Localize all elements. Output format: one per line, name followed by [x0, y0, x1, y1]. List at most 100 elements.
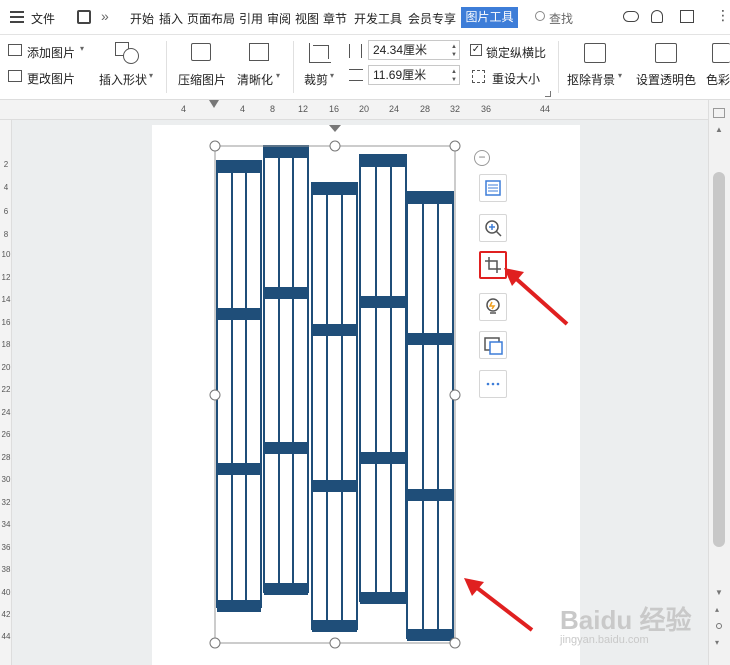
crop-button[interactable]: 裁剪 — [304, 71, 328, 88]
tab-member[interactable]: 会员专享 — [408, 10, 456, 27]
watermark-url: jingyan.baidu.com — [560, 634, 649, 646]
change-picture-button[interactable]: 更改图片 — [27, 70, 75, 87]
clarity-dropdown-icon[interactable]: ▾ — [276, 71, 280, 80]
crop-dropdown-icon[interactable]: ▾ — [330, 71, 334, 80]
ruler-tick: 4 — [240, 104, 246, 114]
inserted-picture[interactable] — [152, 125, 580, 665]
more-chevron-icon[interactable]: » — [101, 8, 109, 24]
scroll-top-icon[interactable] — [713, 108, 725, 118]
width-field[interactable]: 11.69厘米 ▲ ▼ — [368, 65, 460, 85]
tab-page-layout[interactable]: 页面布局 — [187, 10, 235, 27]
search-icon[interactable] — [535, 11, 545, 21]
tab-references[interactable]: 引用 — [239, 10, 263, 27]
tab-view[interactable]: 视图 — [295, 10, 319, 27]
vertical-ruler[interactable]: 2 4 6 8 10 12 14 16 18 20 22 24 26 28 30… — [0, 120, 12, 665]
width-spinner-up[interactable]: ▲ — [451, 69, 457, 75]
scroll-thumb[interactable] — [713, 172, 725, 547]
scroll-down-icon[interactable]: ▼ — [715, 588, 723, 597]
document-canvas: − — [12, 120, 708, 665]
ruler-tick: 40 — [1, 588, 11, 597]
height-field[interactable]: 24.34厘米 ▲ ▼ — [368, 40, 460, 60]
set-transparent-button[interactable]: 设置透明色 — [636, 71, 696, 88]
lock-ratio-checkbox[interactable]: ✓ — [470, 44, 482, 56]
add-picture-dropdown-icon[interactable]: ▾ — [80, 44, 84, 53]
color-icon[interactable] — [712, 43, 730, 63]
tab-review[interactable]: 审阅 — [267, 10, 291, 27]
height-spinner-down[interactable]: ▼ — [451, 52, 457, 58]
height-spinner-up[interactable]: ▲ — [451, 44, 457, 50]
picture-column-4 — [359, 154, 407, 604]
dialog-launcher-icon[interactable] — [545, 91, 551, 97]
ruler-tick: 4 — [181, 104, 187, 114]
tab-chapter[interactable]: 章节 — [323, 10, 347, 27]
more-options-button[interactable] — [479, 370, 507, 398]
remove-background-button[interactable]: 抠除背景 — [567, 71, 615, 88]
ruler-tick: 28 — [1, 453, 11, 462]
insert-shape-dropdown-icon[interactable]: ▾ — [149, 71, 153, 80]
ruler-tick: 20 — [359, 104, 370, 114]
cloud-icon[interactable] — [623, 11, 639, 22]
compress-picture-button[interactable]: 压缩图片 — [178, 71, 226, 88]
reset-size-button[interactable]: 重设大小 — [492, 70, 540, 87]
clarity-button[interactable]: 清晰化 — [237, 71, 273, 88]
crop-icon[interactable] — [309, 43, 331, 63]
ruler-tick: 2 — [3, 160, 9, 169]
tab-developer[interactable]: 开发工具 — [354, 10, 402, 27]
ruler-tick: 24 — [389, 104, 400, 114]
ribbon-toolbar: 添加图片 ▾ 更改图片 插入形状 ▾ 压缩图片 清晰化 ▾ 裁剪 ▾ 24.34… — [0, 35, 730, 100]
menu-bar: 文件 » 开始 插入 页面布局 引用 审阅 视图 章节 开发工具 会员专享 图片… — [0, 0, 730, 35]
lock-ratio-label[interactable]: 锁定纵横比 — [486, 44, 546, 61]
insert-shape-button[interactable]: 插入形状 — [99, 71, 147, 88]
crop-icon — [485, 257, 501, 273]
document-page[interactable] — [152, 125, 580, 665]
prev-page-icon[interactable]: ▴ — [715, 605, 719, 614]
ruler-tick: 44 — [540, 104, 551, 114]
change-picture-icon[interactable] — [8, 70, 22, 82]
clarity-icon[interactable] — [249, 43, 269, 61]
ruler-tick: 44 — [1, 632, 11, 641]
compress-picture-icon[interactable] — [191, 43, 211, 61]
picture-column-2 — [263, 145, 309, 595]
ruler-tick: 20 — [1, 363, 11, 372]
insert-shape-icon[interactable] — [115, 42, 139, 64]
ruler-tick: 22 — [1, 385, 11, 394]
horizontal-ruler[interactable]: 4 4 8 12 16 20 24 28 32 36 44 — [0, 100, 730, 120]
collapse-toolbar-icon[interactable]: − — [474, 150, 490, 166]
image-to-text-icon — [484, 337, 503, 355]
vertical-scrollbar[interactable]: ▲ ▼ ▴ ▾ — [708, 100, 730, 665]
color-button[interactable]: 色彩 — [706, 71, 730, 88]
remove-background-icon[interactable] — [584, 43, 606, 63]
share-icon[interactable] — [680, 10, 694, 23]
ruler-tick: 34 — [1, 520, 11, 529]
crop-quick-button[interactable] — [479, 251, 507, 279]
ruler-tick: 12 — [298, 104, 309, 114]
layout-options-button[interactable] — [479, 174, 507, 202]
search-label[interactable]: 查找 — [549, 10, 573, 27]
more-vertical-icon[interactable]: ⋮ — [716, 7, 730, 24]
width-spinner-down[interactable]: ▼ — [451, 77, 457, 83]
width-icon — [349, 69, 363, 81]
tab-picture-tools[interactable]: 图片工具 — [461, 7, 518, 28]
zoom-preview-button[interactable] — [479, 214, 507, 242]
user-icon[interactable] — [651, 10, 663, 23]
hamburger-menu-icon[interactable] — [10, 11, 24, 23]
save-icon[interactable] — [77, 10, 91, 24]
next-page-icon[interactable]: ▾ — [715, 638, 719, 647]
tab-insert[interactable]: 插入 — [159, 10, 183, 27]
tab-home[interactable]: 开始 — [130, 10, 154, 27]
ai-enhance-button[interactable] — [479, 293, 507, 321]
ruler-tick: 8 — [3, 230, 9, 239]
picture-to-word-button[interactable] — [479, 331, 507, 359]
ruler-tick: 38 — [1, 565, 11, 574]
indent-marker[interactable] — [209, 100, 219, 120]
add-picture-button[interactable]: 添加图片 — [27, 44, 75, 61]
ruler-tick: 36 — [481, 104, 492, 114]
ribbon-divider — [558, 41, 559, 93]
reset-size-icon[interactable] — [472, 70, 485, 83]
add-picture-icon[interactable] — [8, 44, 22, 56]
remove-background-dropdown-icon[interactable]: ▾ — [618, 71, 622, 80]
set-transparent-icon[interactable] — [655, 43, 677, 63]
scroll-up-icon[interactable]: ▲ — [715, 125, 723, 134]
file-menu[interactable]: 文件 — [31, 10, 55, 27]
select-browse-object-icon[interactable] — [716, 623, 722, 629]
